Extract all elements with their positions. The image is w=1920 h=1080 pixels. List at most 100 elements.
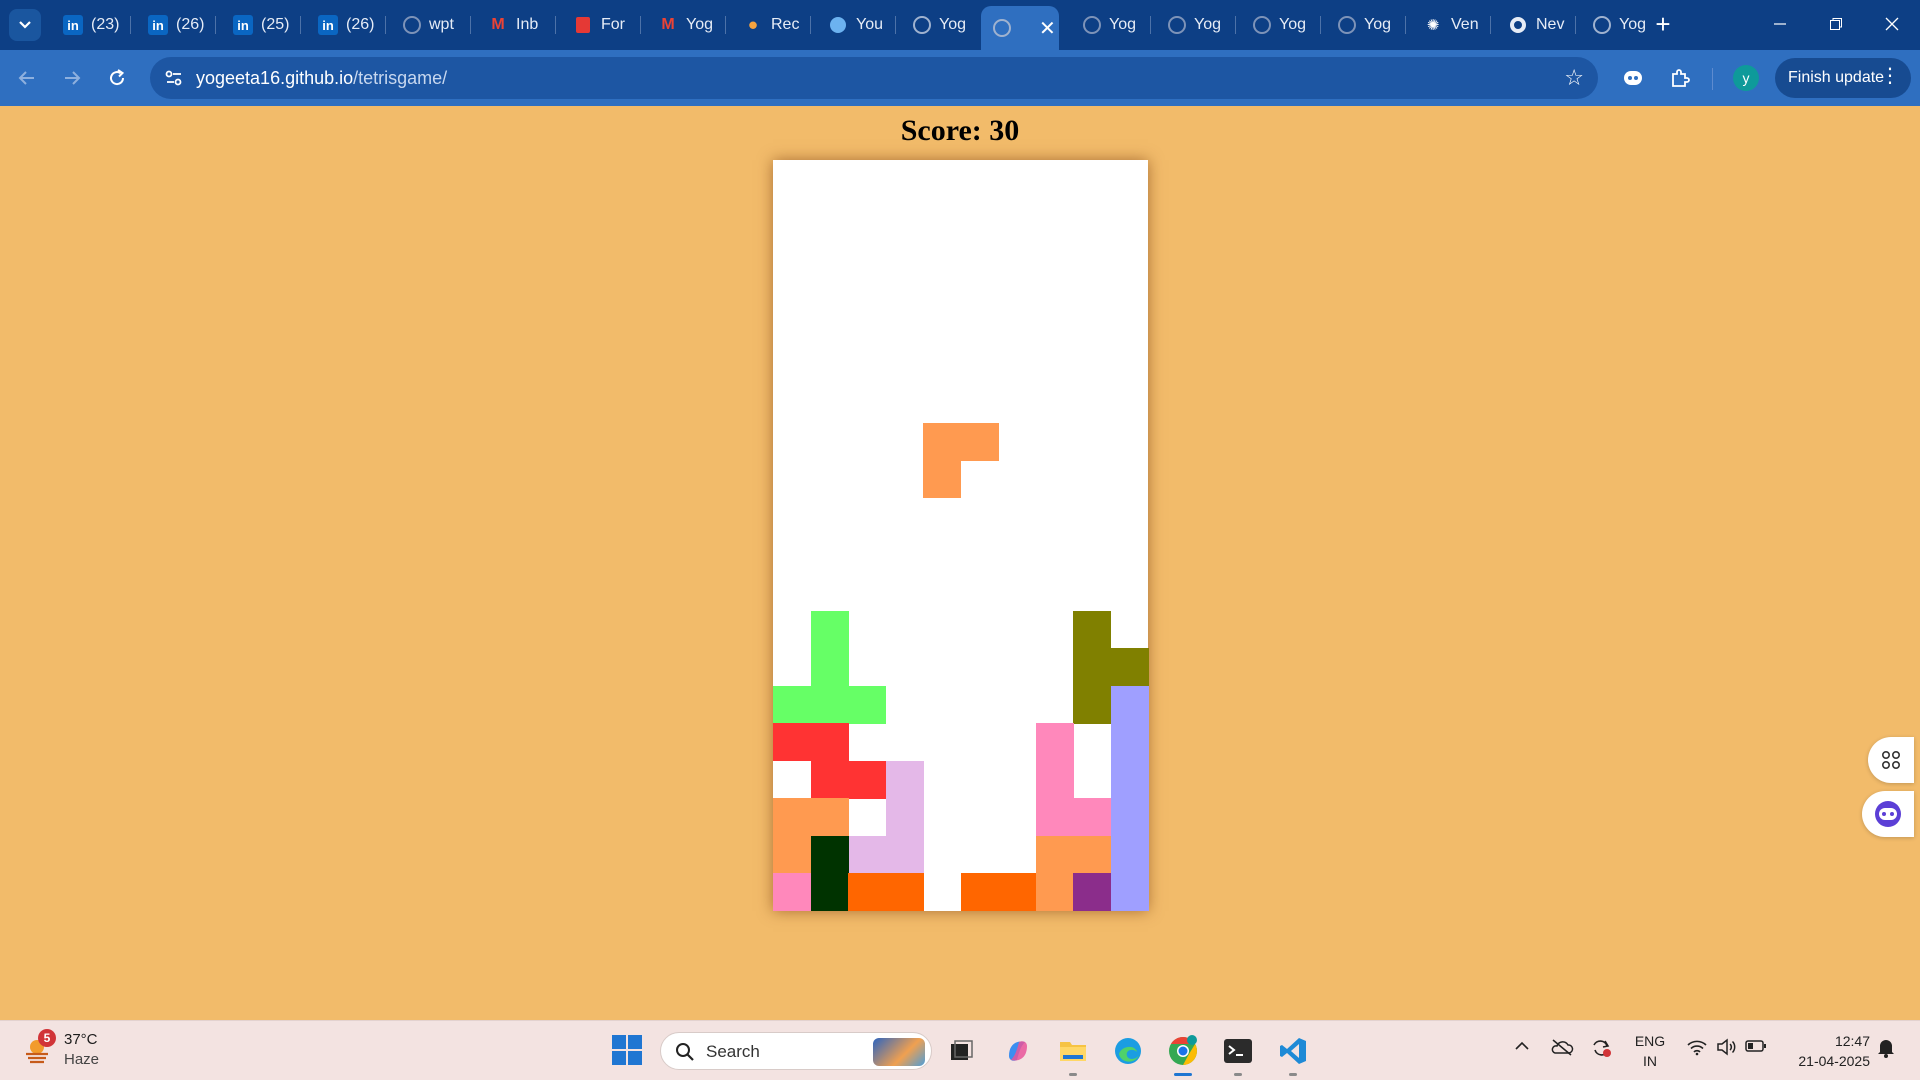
system-clock[interactable]: 12:47 21-04-2025 bbox=[1770, 1031, 1870, 1071]
tab[interactable]: Nev bbox=[1496, 8, 1574, 42]
start-button[interactable] bbox=[612, 1035, 642, 1065]
locked-block bbox=[773, 723, 811, 762]
chrome-button[interactable] bbox=[1164, 1032, 1202, 1076]
tab[interactable]: ⏺ Rec bbox=[731, 8, 809, 42]
locked-block bbox=[773, 685, 811, 724]
edge-button[interactable] bbox=[1109, 1032, 1147, 1070]
globe-icon bbox=[913, 16, 931, 34]
assistant-face-icon bbox=[1875, 801, 1901, 827]
profile-avatar[interactable]: y bbox=[1733, 65, 1759, 91]
tetris-board[interactable] bbox=[773, 160, 1149, 912]
extensions-button[interactable] bbox=[1664, 62, 1696, 94]
terminal-button[interactable] bbox=[1219, 1032, 1257, 1076]
tab[interactable]: Yog bbox=[1241, 8, 1319, 42]
sync-icon[interactable] bbox=[1590, 1038, 1612, 1063]
tab-title: You bbox=[856, 16, 883, 33]
tab-close-icon[interactable]: ✕ bbox=[1039, 16, 1056, 41]
language-region: IN bbox=[1643, 1053, 1657, 1069]
tab-title: (25) bbox=[261, 16, 290, 33]
tab[interactable]: Yog bbox=[1156, 8, 1234, 42]
tab[interactable]: Yog bbox=[1071, 8, 1149, 42]
task-view-icon bbox=[951, 1040, 973, 1060]
minimize-button[interactable] bbox=[1752, 0, 1808, 48]
language-code: ENG bbox=[1634, 1033, 1666, 1049]
gmail-icon: M bbox=[661, 16, 675, 33]
forward-button[interactable] bbox=[56, 62, 88, 94]
wifi-icon[interactable] bbox=[1686, 1038, 1708, 1061]
tab-title: Rec bbox=[771, 16, 800, 33]
tab-title: (26) bbox=[176, 16, 205, 33]
address-bar[interactable]: yogeeta16.github.io/tetrisgame/ ☆ bbox=[150, 57, 1598, 99]
side-panel-button[interactable] bbox=[1868, 737, 1914, 783]
copilot-button[interactable] bbox=[999, 1032, 1037, 1070]
locked-block bbox=[773, 873, 811, 912]
vscode-button[interactable] bbox=[1274, 1032, 1312, 1076]
url-path: /tetrisgame/ bbox=[353, 68, 448, 88]
github-icon bbox=[1253, 16, 1271, 34]
globe-icon bbox=[993, 19, 1011, 37]
tab-title: Inb bbox=[516, 16, 539, 33]
show-hidden-icons-button[interactable] bbox=[1514, 1038, 1530, 1059]
minimize-icon bbox=[1774, 23, 1786, 25]
onedrive-icon[interactable] bbox=[1550, 1038, 1574, 1061]
extension-button[interactable] bbox=[1617, 62, 1649, 94]
tab-title: Yog bbox=[686, 16, 713, 33]
tab[interactable]: Yog bbox=[1581, 8, 1659, 42]
browser-toolbar: yogeeta16.github.io/tetrisgame/ ☆ bbox=[0, 50, 1920, 106]
tab-strip: in (23) in (26) in (25) in (26) wpt M Inb For M Yog ⏺ R… bbox=[0, 0, 1920, 50]
taskbar-search[interactable]: Search bbox=[660, 1032, 932, 1070]
arrow-right-icon bbox=[65, 71, 81, 85]
tab[interactable]: in (25) bbox=[221, 8, 299, 42]
running-indicator bbox=[1234, 1073, 1242, 1076]
reload-button[interactable] bbox=[101, 62, 133, 94]
tab[interactable]: wpt bbox=[391, 8, 469, 42]
linkedin-icon: in bbox=[233, 15, 253, 35]
close-window-button[interactable] bbox=[1864, 0, 1920, 48]
tab[interactable]: Yog bbox=[901, 8, 979, 42]
gmail-icon: M bbox=[491, 16, 505, 33]
locked-block bbox=[1035, 873, 1074, 912]
back-button[interactable] bbox=[11, 62, 43, 94]
tab[interactable]: M Inb bbox=[476, 8, 554, 42]
locked-block bbox=[1073, 685, 1111, 724]
tab[interactable]: in (26) bbox=[136, 8, 214, 42]
more-menu-icon[interactable]: ⋮ bbox=[1880, 66, 1900, 86]
locked-block bbox=[810, 685, 849, 724]
tab[interactable]: ✺ Ven bbox=[1411, 8, 1489, 42]
bookmark-star-icon[interactable]: ☆ bbox=[1564, 65, 1584, 91]
finish-update-button[interactable]: Finish update ⋮ bbox=[1775, 58, 1911, 98]
tab-separator bbox=[1490, 16, 1491, 34]
tab[interactable]: Yog bbox=[1326, 8, 1404, 42]
new-tab-button[interactable]: + bbox=[1651, 8, 1675, 42]
tab-separator bbox=[810, 16, 811, 34]
locked-block bbox=[810, 723, 849, 762]
locked-block bbox=[810, 760, 849, 799]
tab[interactable]: in (23) bbox=[51, 8, 129, 42]
file-explorer-button[interactable] bbox=[1054, 1032, 1092, 1076]
tab[interactable]: in (26) bbox=[306, 8, 384, 42]
arrow-left-icon bbox=[18, 71, 34, 85]
tab-active[interactable]: ✕ bbox=[981, 6, 1059, 50]
locked-block bbox=[885, 835, 924, 874]
restore-button[interactable] bbox=[1808, 0, 1864, 48]
volume-icon[interactable] bbox=[1716, 1038, 1738, 1061]
running-indicator bbox=[1069, 1073, 1077, 1076]
github-icon bbox=[1083, 16, 1101, 34]
locked-block bbox=[773, 835, 811, 874]
locked-block bbox=[848, 685, 886, 724]
reload-icon bbox=[110, 69, 125, 86]
language-indicator[interactable]: ENG IN bbox=[1630, 1031, 1670, 1071]
notification-bell-icon[interactable] bbox=[1876, 1037, 1896, 1064]
tab[interactable]: You bbox=[816, 8, 894, 42]
battery-icon[interactable] bbox=[1745, 1038, 1767, 1059]
task-view-button[interactable] bbox=[942, 1032, 980, 1070]
tab[interactable]: For bbox=[561, 8, 639, 42]
tab-title: Yog bbox=[1194, 16, 1221, 33]
locked-block bbox=[773, 798, 811, 837]
weather-condition: Haze bbox=[64, 1051, 100, 1068]
tab-separator bbox=[130, 16, 131, 34]
tab[interactable]: M Yog bbox=[646, 8, 724, 42]
assistant-button[interactable] bbox=[1862, 791, 1914, 837]
site-info-icon[interactable] bbox=[162, 66, 186, 90]
tab-search-button[interactable] bbox=[9, 9, 41, 41]
